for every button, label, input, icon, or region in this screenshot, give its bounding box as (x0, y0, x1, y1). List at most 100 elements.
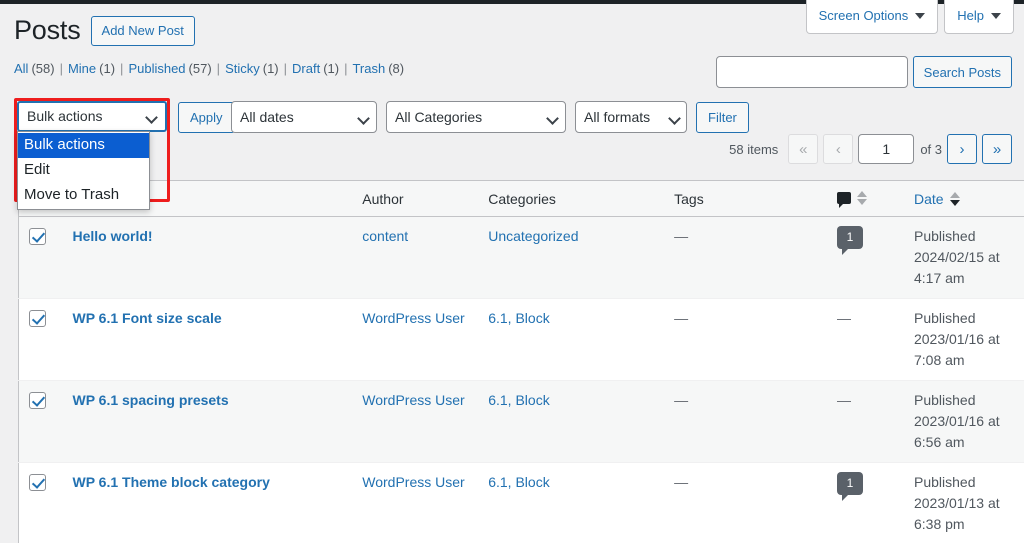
sort-desc-icon[interactable] (950, 200, 960, 206)
author-link[interactable]: content (362, 228, 408, 244)
row-author-cell[interactable]: WordPress User (352, 463, 478, 543)
sort-asc-icon[interactable] (950, 192, 960, 198)
row-title-cell[interactable]: WP 6.1 Theme block category (62, 463, 352, 543)
filter-button[interactable]: Filter (696, 102, 749, 133)
chevron-down-icon (915, 13, 925, 19)
header-date-cell[interactable]: Date (904, 181, 1024, 217)
post-title-link[interactable]: WP 6.1 spacing presets (72, 392, 228, 408)
categories-filter-wrapper[interactable]: All Categories (386, 101, 566, 133)
table-head: Title Author Categories Tags (19, 181, 1024, 217)
post-date: 2023/01/16 at 7:08 am (914, 329, 1014, 371)
row-title-cell[interactable]: WP 6.1 Font size scale (62, 299, 352, 381)
category-link[interactable]: 6.1, Block (488, 392, 549, 408)
status-link-label[interactable]: Trash (352, 56, 385, 82)
header-date-inner: Date (914, 191, 960, 207)
prev-page-button: ‹ (823, 134, 853, 164)
last-page-button[interactable]: » (982, 134, 1012, 164)
search-input[interactable] (716, 56, 908, 88)
author-link[interactable]: WordPress User (362, 310, 464, 326)
row-categories-cell[interactable]: Uncategorized (478, 217, 664, 299)
category-link[interactable]: 6.1, Block (488, 310, 549, 326)
header-categories-cell: Categories (478, 181, 664, 217)
row-title-cell[interactable]: WP 6.1 spacing presets (62, 381, 352, 463)
row-select-checkbox[interactable] (29, 310, 46, 327)
status-link-all[interactable]: All (58) | (14, 56, 68, 82)
header-comments-inner (837, 191, 867, 205)
status-link-label[interactable]: Mine (68, 56, 96, 82)
categories-filter-select[interactable]: All Categories (386, 101, 566, 133)
header-date-label[interactable]: Date (914, 191, 944, 207)
sort-indicator[interactable] (950, 192, 960, 206)
dates-filter-select[interactable]: All dates (231, 101, 377, 133)
status-link-label[interactable]: All (14, 56, 28, 82)
comment-count-bubble[interactable]: 1 (837, 226, 863, 249)
header-author-label: Author (362, 191, 403, 207)
row-comments-cell[interactable]: 1 (827, 463, 904, 543)
formats-filter-wrapper[interactable]: All formats (575, 101, 687, 133)
status-link-sticky[interactable]: Sticky (1) | (225, 56, 292, 82)
row-checkbox-cell[interactable] (19, 463, 63, 543)
bulk-option-bulk-actions[interactable]: Bulk actions (18, 133, 149, 158)
posts-list-table: Title Author Categories Tags (18, 180, 1024, 543)
add-new-post-button[interactable]: Add New Post (91, 16, 195, 46)
bulk-actions-select[interactable]: Bulk actions (17, 101, 167, 132)
separator: | (217, 56, 220, 82)
status-link-label[interactable]: Draft (292, 56, 320, 82)
sort-asc-icon[interactable] (857, 191, 867, 197)
author-link[interactable]: WordPress User (362, 392, 464, 408)
dates-filter-wrapper[interactable]: All dates (231, 101, 377, 133)
current-page-input[interactable] (858, 134, 914, 164)
status-link-label[interactable]: Sticky (225, 56, 260, 82)
search-posts-button[interactable]: Search Posts (913, 56, 1012, 88)
bulk-actions-dropdown-list[interactable]: Bulk actions Edit Move to Trash (17, 131, 150, 210)
status-link-trash[interactable]: Trash (8) (352, 56, 404, 82)
table-row: WP 6.1 Font size scale WordPress User 6.… (19, 299, 1024, 381)
header-categories-label: Categories (488, 191, 556, 207)
sort-desc-icon[interactable] (857, 199, 867, 205)
header-comments-cell[interactable] (827, 181, 904, 217)
row-select-checkbox[interactable] (29, 474, 46, 491)
tags-value: — (674, 392, 688, 408)
table-row: WP 6.1 Theme block category WordPress Us… (19, 463, 1024, 543)
screen-options-button[interactable]: Screen Options (806, 0, 939, 34)
table-row: Hello world! content Uncategorized — 1 P… (19, 217, 1024, 299)
row-select-checkbox[interactable] (29, 392, 46, 409)
next-page-button[interactable]: › (947, 134, 977, 164)
row-author-cell[interactable]: WordPress User (352, 299, 478, 381)
header-author-cell: Author (352, 181, 478, 217)
bulk-actions-select-wrapper[interactable]: Bulk actions (17, 101, 167, 132)
status-link-label[interactable]: Published (128, 56, 185, 82)
status-link-published[interactable]: Published (57) | (128, 56, 225, 82)
row-author-cell[interactable]: WordPress User (352, 381, 478, 463)
table-row: WP 6.1 spacing presets WordPress User 6.… (19, 381, 1024, 463)
category-link[interactable]: 6.1, Block (488, 474, 549, 490)
page-title: Posts (14, 13, 81, 48)
separator: | (120, 56, 123, 82)
bulk-option-move-to-trash[interactable]: Move to Trash (18, 183, 149, 208)
help-button[interactable]: Help (944, 0, 1014, 34)
row-checkbox-cell[interactable] (19, 299, 63, 381)
row-checkbox-cell[interactable] (19, 217, 63, 299)
row-categories-cell[interactable]: 6.1, Block (478, 381, 664, 463)
row-date-cell: Published 2023/01/16 at 7:08 am (904, 299, 1024, 381)
row-select-checkbox[interactable] (29, 228, 46, 245)
row-categories-cell[interactable]: 6.1, Block (478, 299, 664, 381)
row-title-cell[interactable]: Hello world! (62, 217, 352, 299)
sort-indicator[interactable] (857, 191, 867, 205)
apply-button[interactable]: Apply (178, 102, 235, 133)
author-link[interactable]: WordPress User (362, 474, 464, 490)
post-title-link[interactable]: WP 6.1 Theme block category (72, 474, 269, 490)
row-categories-cell[interactable]: 6.1, Block (478, 463, 664, 543)
status-link-draft[interactable]: Draft (1) | (292, 56, 352, 82)
post-title-link[interactable]: Hello world! (72, 228, 152, 244)
bulk-option-edit[interactable]: Edit (18, 158, 149, 183)
comment-count-bubble[interactable]: 1 (837, 472, 863, 495)
formats-filter-select[interactable]: All formats (575, 101, 687, 133)
filters-row: All dates All Categories All formats Fil… (231, 101, 749, 133)
row-author-cell[interactable]: content (352, 217, 478, 299)
status-link-mine[interactable]: Mine (1) | (68, 56, 128, 82)
row-comments-cell[interactable]: 1 (827, 217, 904, 299)
post-title-link[interactable]: WP 6.1 Font size scale (72, 310, 221, 326)
row-checkbox-cell[interactable] (19, 381, 63, 463)
category-link[interactable]: Uncategorized (488, 228, 578, 244)
